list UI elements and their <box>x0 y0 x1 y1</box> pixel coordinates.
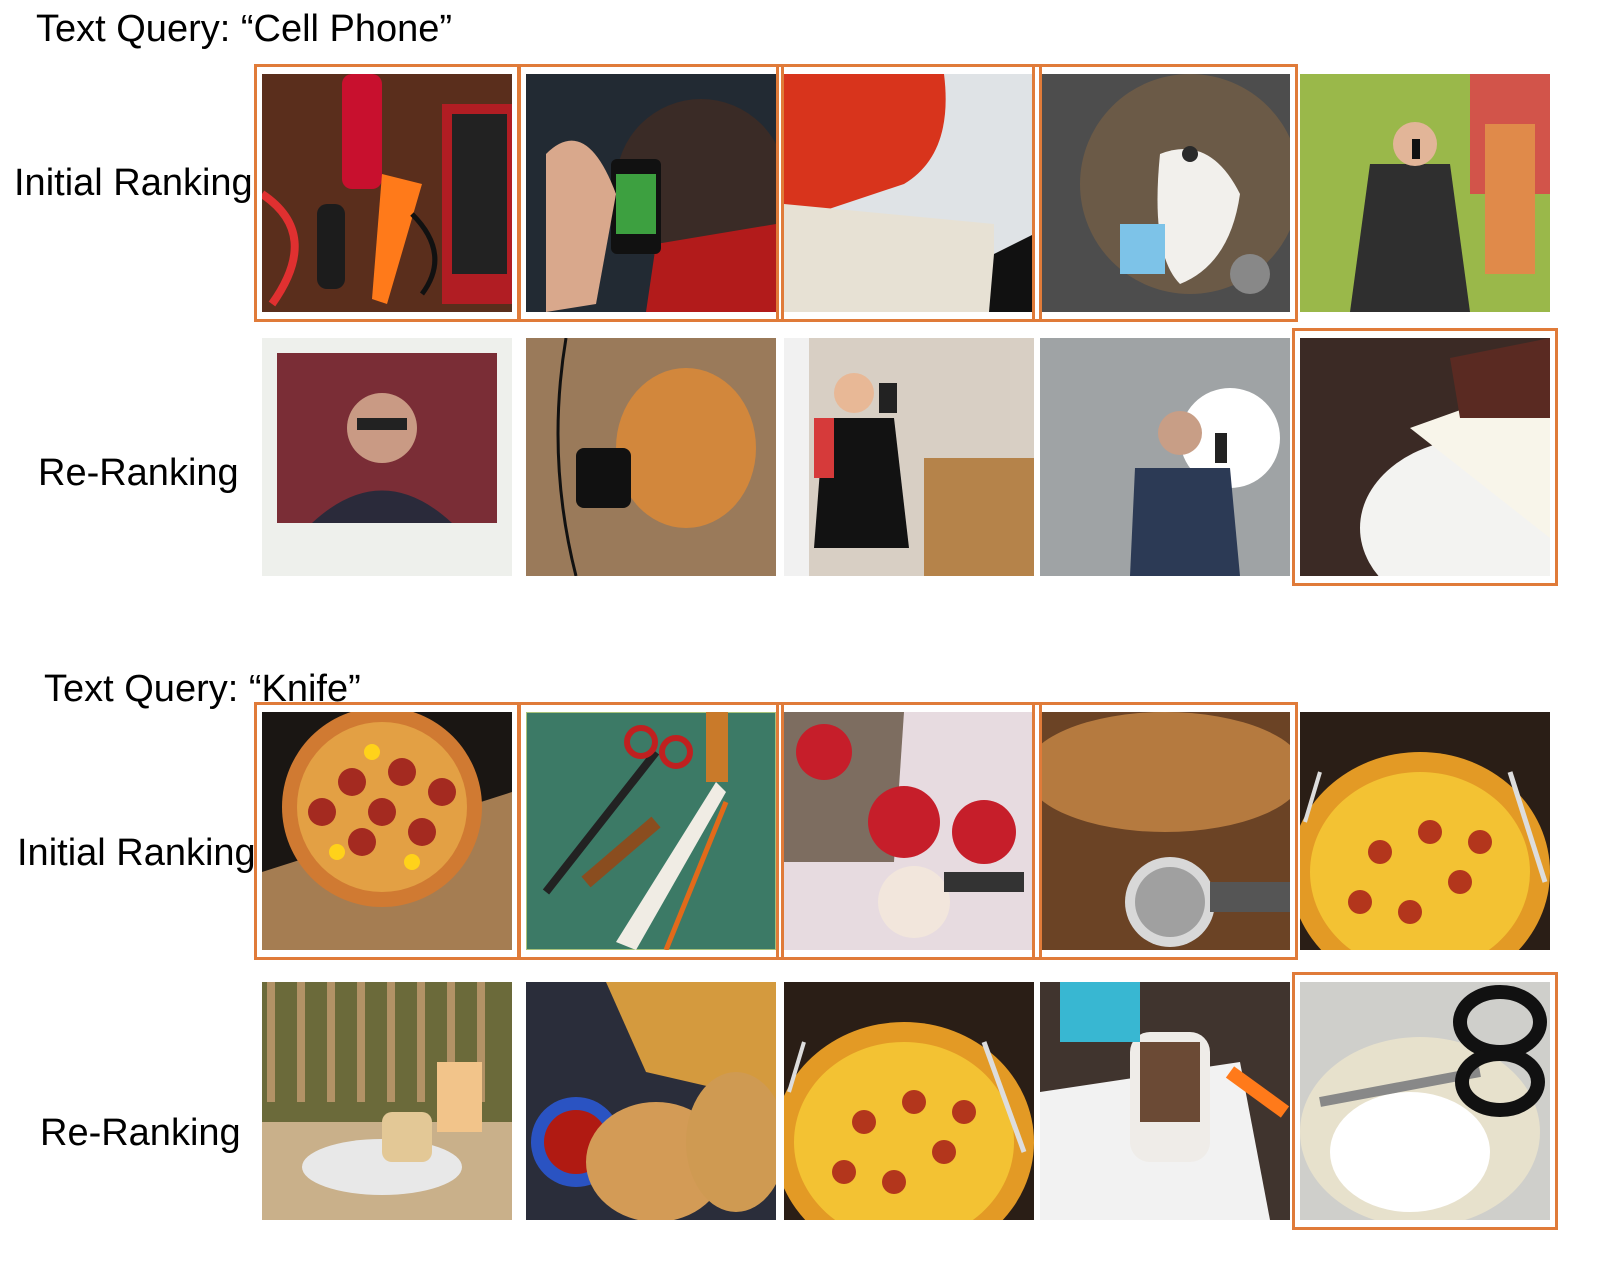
query-title-knife: Text Query: “Knife” <box>44 668 361 710</box>
result-image <box>784 338 1034 576</box>
result-image <box>1040 74 1290 312</box>
row-label-initial-ranking: Initial Ranking <box>17 832 256 874</box>
result-image <box>1300 712 1550 950</box>
row-label-re-ranking: Re-Ranking <box>40 1112 241 1154</box>
result-image <box>784 982 1034 1220</box>
row-label-re-ranking: Re-Ranking <box>38 452 239 494</box>
result-image <box>1040 712 1290 950</box>
result-image <box>262 712 512 950</box>
result-image <box>784 712 1034 950</box>
result-image <box>526 982 776 1220</box>
result-image <box>1040 338 1290 576</box>
result-image <box>526 712 776 950</box>
query-title-cell-phone: Text Query: “Cell Phone” <box>36 8 453 50</box>
result-image <box>262 982 512 1220</box>
result-image <box>784 74 1034 312</box>
result-image <box>1300 338 1550 576</box>
result-image <box>526 74 776 312</box>
result-image <box>1300 982 1550 1220</box>
result-image <box>262 74 512 312</box>
result-image <box>1300 74 1550 312</box>
row-label-initial-ranking: Initial Ranking <box>14 162 253 204</box>
result-image <box>262 338 512 576</box>
result-image <box>1040 982 1290 1220</box>
result-image <box>526 338 776 576</box>
